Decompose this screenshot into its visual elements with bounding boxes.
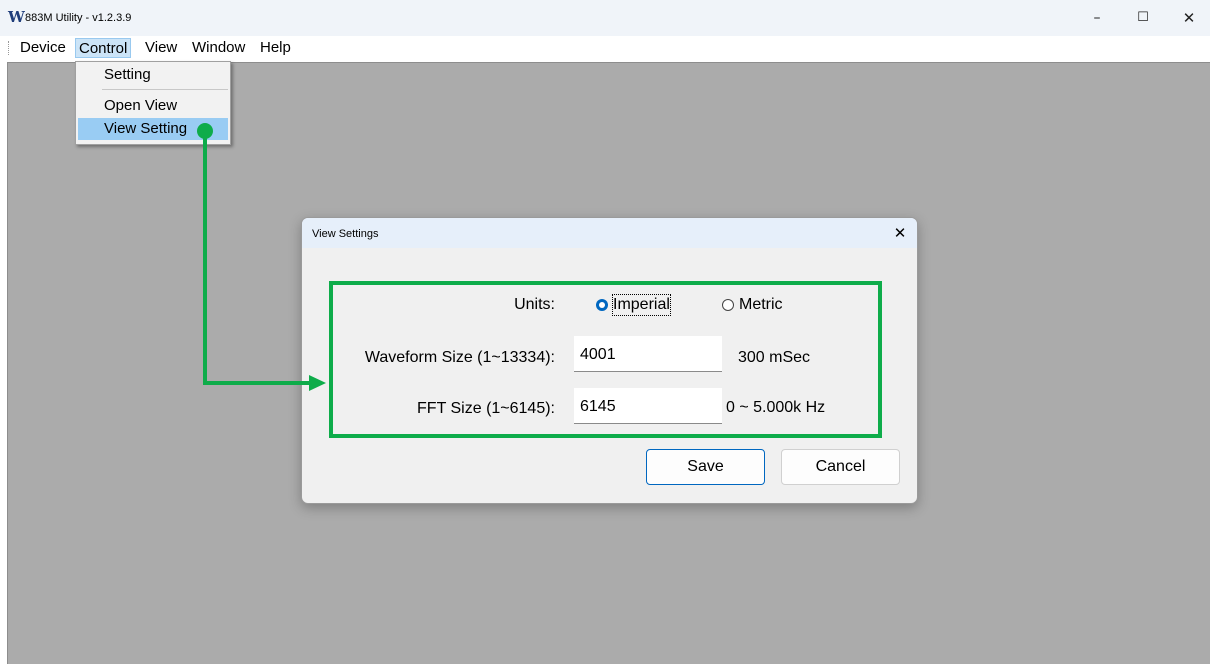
menu-help[interactable]: Help: [257, 38, 294, 58]
close-button[interactable]: ✕: [1166, 0, 1210, 36]
dialog-title-bar: View Settings ✕: [302, 218, 917, 248]
menu-grip: [8, 41, 11, 55]
menu-item-open-view[interactable]: Open View: [78, 95, 228, 117]
control-dropdown-menu: Setting Open View View Setting: [75, 61, 231, 145]
cancel-button[interactable]: Cancel: [781, 449, 900, 485]
title-bar: W 883M Utility - v1.2.3.9 – ☐ ✕: [0, 0, 1210, 36]
minimize-button[interactable]: –: [1074, 0, 1120, 36]
menu-item-view-setting[interactable]: View Setting: [78, 118, 228, 140]
dialog-title: View Settings: [312, 228, 379, 240]
annotation-highlight-box: [329, 281, 882, 438]
menu-device[interactable]: Device: [17, 38, 69, 58]
save-button[interactable]: Save: [646, 449, 765, 485]
app-logo-icon: W: [8, 8, 25, 26]
menu-window[interactable]: Window: [189, 38, 248, 58]
menu-separator: [102, 89, 228, 90]
maximize-button[interactable]: ☐: [1120, 0, 1166, 36]
menu-bar: Device Control View Window Help: [0, 36, 1210, 60]
dialog-close-icon[interactable]: ✕: [885, 218, 915, 248]
menu-control[interactable]: Control: [75, 38, 132, 58]
menu-view[interactable]: View: [142, 38, 180, 58]
menu-item-setting[interactable]: Setting: [78, 64, 228, 86]
window-title: 883M Utility - v1.2.3.9: [25, 12, 132, 24]
